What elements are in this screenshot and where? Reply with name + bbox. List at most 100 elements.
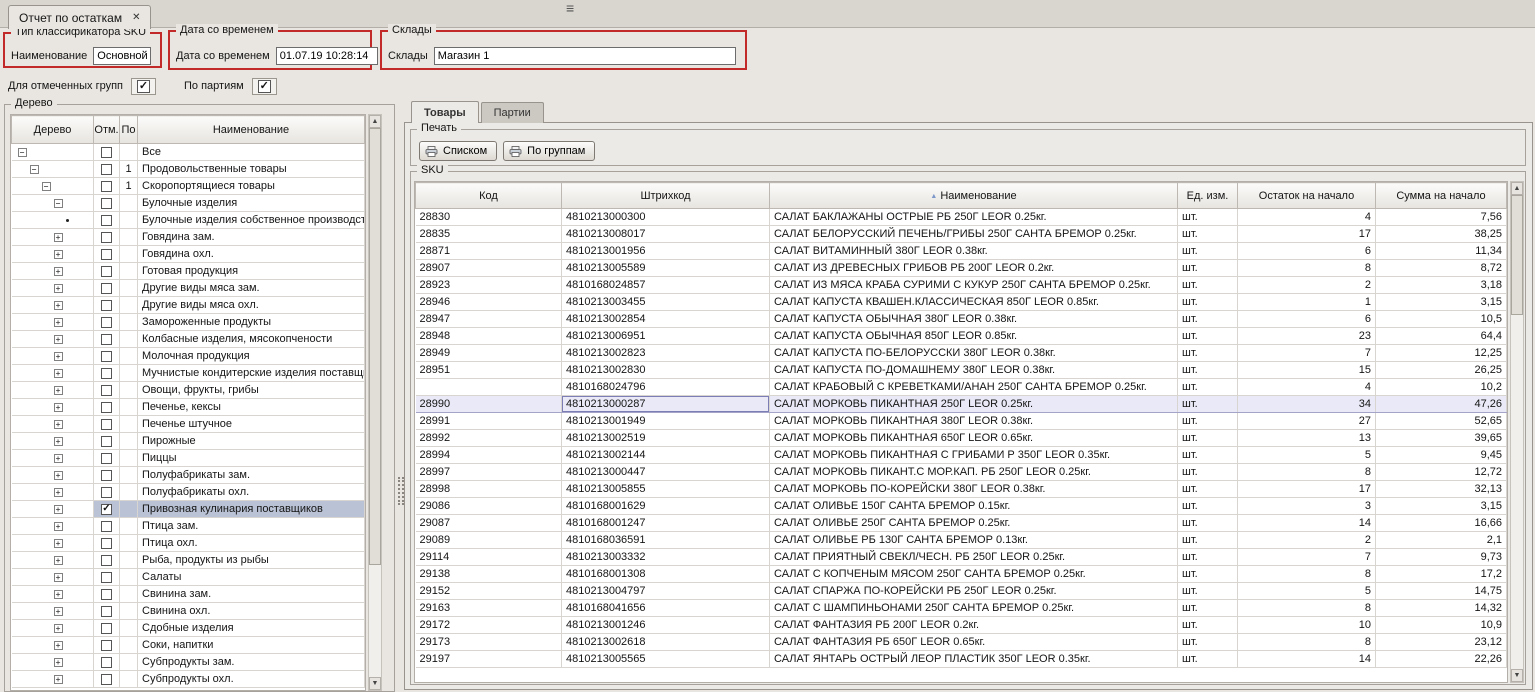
tree-row[interactable]: +Пирожные [12, 433, 365, 450]
sku-scrollbar[interactable]: ▲ ▼ [1510, 181, 1524, 683]
expand-icon[interactable]: + [54, 420, 63, 429]
checkbox-unchecked[interactable] [101, 555, 112, 566]
expand-icon[interactable]: + [54, 488, 63, 497]
checkbox-unchecked[interactable] [101, 657, 112, 668]
sku-row[interactable]: 290894810168036591САЛАТ ОЛИВЬЕ РБ 130Г С… [416, 532, 1507, 549]
tree-row[interactable]: + Полуфабрикаты охл. [12, 484, 365, 501]
for-marked-groups-checkbox[interactable]: ✓ [131, 78, 156, 95]
sku-row[interactable]: 289474810213002854САЛАТ КАПУСТА ОБЫЧНАЯ … [416, 311, 1507, 328]
group-name[interactable]: Другие виды мяса охл. [138, 297, 365, 314]
tree-row[interactable]: Булочные изделия собственное производств [12, 212, 365, 229]
group-name[interactable]: Скоропортящиеся товары [138, 178, 365, 195]
tree-row[interactable]: −1Скоропортящиеся товары [12, 178, 365, 195]
sku-row[interactable]: 289984810213005855САЛАТ МОРКОВЬ ПО-КОРЕЙ… [416, 481, 1507, 498]
scroll-up-icon[interactable]: ▲ [1511, 182, 1523, 195]
expand-icon[interactable]: + [54, 301, 63, 310]
checkbox-unchecked[interactable] [101, 232, 112, 243]
expand-icon[interactable]: + [54, 505, 63, 514]
tree-row[interactable]: + Другие виды мяса охл. [12, 297, 365, 314]
checkbox-unchecked[interactable] [101, 640, 112, 651]
expand-icon[interactable]: + [54, 658, 63, 667]
group-name[interactable]: Замороженные продукты [138, 314, 365, 331]
mark-cell[interactable] [94, 195, 120, 212]
sku-row[interactable]: 291734810213002618САЛАТ ФАНТАЗИЯ РБ 650Г… [416, 634, 1507, 651]
mark-cell[interactable] [94, 654, 120, 671]
checkbox-unchecked[interactable] [101, 521, 112, 532]
tree-row[interactable]: + Птица зам. [12, 518, 365, 535]
tree-row[interactable]: + Овощи, фрукты, грибы [12, 382, 365, 399]
group-name[interactable]: Колбасные изделия, мясокопчености [138, 331, 365, 348]
mark-cell[interactable] [94, 382, 120, 399]
tree-col-header-marked[interactable]: Отм. [94, 116, 120, 144]
expand-icon[interactable]: + [54, 250, 63, 259]
expand-icon[interactable]: + [54, 386, 63, 395]
checkbox-unchecked[interactable] [101, 215, 112, 226]
sku-col-header-code[interactable]: Код [416, 183, 562, 209]
tree-row[interactable]: +Рыба, продукты из рыбы [12, 552, 365, 569]
group-name[interactable]: Сдобные изделия [138, 620, 365, 637]
tree-row[interactable]: −Все [12, 144, 365, 161]
checkbox-unchecked[interactable] [101, 402, 112, 413]
group-name[interactable]: Полуфабрикаты охл. [138, 484, 365, 501]
tree-col-header-name[interactable]: Наименование [138, 116, 365, 144]
tree-row[interactable]: +Готовая продукция [12, 263, 365, 280]
checkbox-unchecked[interactable] [101, 385, 112, 396]
group-name[interactable]: Полуфабрикаты зам. [138, 467, 365, 484]
expand-icon[interactable]: + [54, 675, 63, 684]
datetime-input[interactable] [276, 47, 378, 65]
mark-cell[interactable] [94, 671, 120, 688]
tab-goods[interactable]: Товары [411, 101, 479, 123]
sku-col-header-sum-start[interactable]: Сумма на начало [1376, 183, 1507, 209]
tree-scrollbar-thumb[interactable] [369, 128, 381, 565]
checkbox-unchecked[interactable] [101, 589, 112, 600]
mark-cell[interactable] [94, 144, 120, 161]
sku-row[interactable]: 289074810213005589САЛАТ ИЗ ДРЕВЕСНЫХ ГРИ… [416, 260, 1507, 277]
tab-batches[interactable]: Партии [481, 102, 544, 123]
group-name[interactable]: Пиццы [138, 450, 365, 467]
mark-cell[interactable] [94, 399, 120, 416]
checkbox-unchecked[interactable] [101, 487, 112, 498]
sku-row[interactable]: 288304810213000300САЛАТ БАКЛАЖАНЫ ОСТРЫЕ… [416, 209, 1507, 226]
group-name[interactable]: Говядина охл. [138, 246, 365, 263]
tree-row[interactable]: +Птица охл. [12, 535, 365, 552]
sku-row[interactable]: 291384810168001308САЛАТ С КОПЧЕНЫМ МЯСОМ… [416, 566, 1507, 583]
sku-row[interactable]: 291144810213003332САЛАТ ПРИЯТНЫЙ СВЕКЛ/Ч… [416, 549, 1507, 566]
tree-row[interactable]: +Свинина зам. [12, 586, 365, 603]
expand-icon[interactable]: + [54, 522, 63, 531]
mark-cell[interactable] [94, 467, 120, 484]
group-name[interactable]: Пирожные [138, 433, 365, 450]
expand-icon[interactable]: + [54, 471, 63, 480]
group-name[interactable]: Соки, напитки [138, 637, 365, 654]
group-name[interactable]: Овощи, фрукты, грибы [138, 382, 365, 399]
expand-icon[interactable]: + [54, 624, 63, 633]
tree-row[interactable]: +Говядина зам. [12, 229, 365, 246]
tree-row[interactable]: +Салаты [12, 569, 365, 586]
checkbox-unchecked[interactable] [101, 368, 112, 379]
sku-row[interactable]: 4810168024796САЛАТ КРАБОВЫЙ С КРЕВЕТКАМИ… [416, 379, 1507, 396]
group-name[interactable]: Салаты [138, 569, 365, 586]
checkbox-unchecked[interactable] [101, 419, 112, 430]
sku-col-header-name[interactable]: ▲Наименование [770, 183, 1178, 209]
mark-cell[interactable] [94, 229, 120, 246]
tree-row[interactable]: +Замороженные продукты [12, 314, 365, 331]
scroll-down-icon[interactable]: ▼ [369, 677, 381, 690]
mark-cell[interactable] [94, 535, 120, 552]
expand-icon[interactable]: + [54, 641, 63, 650]
checkbox-unchecked[interactable] [101, 164, 112, 175]
mark-cell[interactable] [94, 161, 120, 178]
stores-input[interactable] [434, 47, 736, 65]
checkbox-unchecked[interactable] [101, 181, 112, 192]
group-name[interactable]: Птица зам. [138, 518, 365, 535]
sku-col-header-barcode[interactable]: Штрихкод [562, 183, 770, 209]
sku-row[interactable]: 291524810213004797САЛАТ СПАРЖА ПО-КОРЕЙС… [416, 583, 1507, 600]
tree-row[interactable]: +Молочная продукция [12, 348, 365, 365]
group-name[interactable]: Другие виды мяса зам. [138, 280, 365, 297]
mark-cell[interactable] [94, 297, 120, 314]
checkbox-checked[interactable]: ✓ [101, 504, 112, 515]
mark-cell[interactable] [94, 416, 120, 433]
mark-cell[interactable] [94, 637, 120, 654]
tree-row[interactable]: + Сдобные изделия [12, 620, 365, 637]
collapse-icon[interactable]: − [42, 182, 51, 191]
tree-row[interactable]: +✓Привозная кулинария поставщиков [12, 501, 365, 518]
tree-row[interactable]: +Печенье, кексы [12, 399, 365, 416]
